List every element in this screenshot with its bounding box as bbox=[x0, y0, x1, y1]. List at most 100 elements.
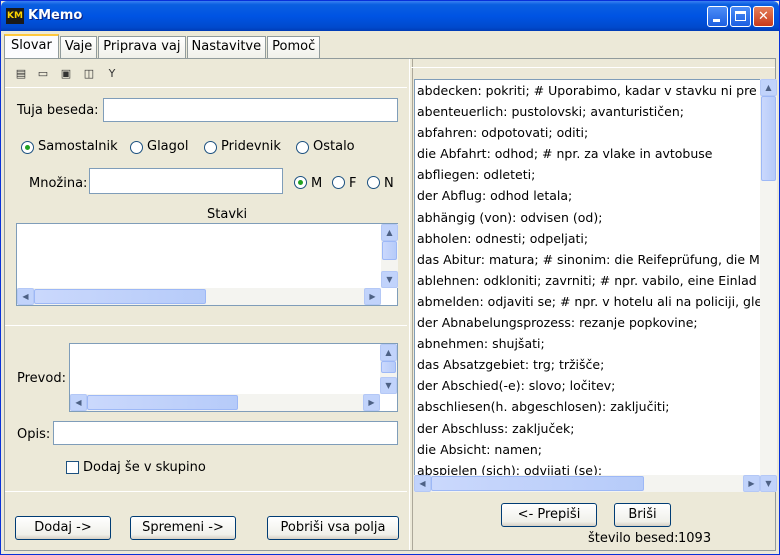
right-top-separator bbox=[411, 67, 775, 68]
open-icon[interactable]: ▭ bbox=[35, 66, 51, 82]
radio-gender-f[interactable] bbox=[332, 176, 345, 189]
toolbar-separator bbox=[5, 87, 407, 88]
save-all-icon[interactable]: ◫ bbox=[81, 66, 97, 82]
scroll-down-icon[interactable]: ▼ bbox=[380, 377, 397, 394]
radio-adjective[interactable] bbox=[204, 141, 217, 154]
tab-vaje[interactable]: Vaje bbox=[59, 36, 98, 58]
app-icon: KM bbox=[6, 8, 24, 24]
list-item[interactable]: abenteuerlich: pustolovski; avanturistič… bbox=[415, 101, 760, 122]
tab-slovar[interactable]: Slovar bbox=[4, 34, 59, 59]
list-item[interactable]: das Abitur: matura; # sinonim: die Reife… bbox=[415, 249, 760, 270]
scroll-right-icon[interactable]: ▶ bbox=[363, 394, 380, 411]
plural-label: Množina: bbox=[29, 176, 88, 191]
add-button[interactable]: Dodaj -> bbox=[15, 516, 111, 540]
description-label: Opis: bbox=[17, 427, 51, 442]
list-item[interactable]: abdecken: pokriti; # Uporabimo, kadar v … bbox=[415, 80, 760, 101]
panel-divider[interactable] bbox=[409, 59, 413, 550]
noun-label: Samostalnik bbox=[38, 139, 118, 154]
scroll-up-icon[interactable]: ▲ bbox=[380, 344, 397, 361]
scroll-thumb[interactable] bbox=[382, 241, 397, 260]
list-item[interactable]: der Abschied(-e): slovo; ločitev; bbox=[415, 375, 760, 396]
gender-f-label: F bbox=[349, 176, 357, 191]
plural-input[interactable] bbox=[89, 168, 283, 194]
list-item[interactable]: abfahren: odpotovati; oditi; bbox=[415, 122, 760, 143]
main-window: KM KMemo ✕ Slovar Vaje Priprava vaj Nast… bbox=[0, 0, 780, 555]
foreign-word-input[interactable] bbox=[103, 98, 398, 122]
sentences-textarea[interactable]: ▲ ▼ ◀ ▶ bbox=[16, 223, 398, 306]
word-list-hscroll[interactable]: ◀ ▶ bbox=[414, 475, 760, 492]
scroll-thumb[interactable] bbox=[431, 476, 644, 491]
clear-all-button[interactable]: Pobriši vsa polja bbox=[267, 516, 399, 540]
copy-button[interactable]: <- Prepiši bbox=[501, 503, 597, 527]
list-item[interactable]: der Abflug: odhod letala; bbox=[415, 185, 760, 206]
translation-textarea[interactable]: ▲ ▼ ◀ ▶ bbox=[69, 343, 398, 412]
translation-label: Prevod: bbox=[17, 371, 66, 386]
delete-button[interactable]: Briši bbox=[614, 503, 671, 527]
filter-icon[interactable]: Y bbox=[104, 66, 120, 82]
sentences-label: Stavki bbox=[207, 207, 248, 222]
list-item[interactable]: ablehnen: odkloniti; zavrniti; # npr. va… bbox=[415, 270, 760, 291]
minimize-button[interactable] bbox=[707, 6, 728, 27]
tab-priprava-vaj[interactable]: Priprava vaj bbox=[98, 36, 186, 58]
word-list-vscroll[interactable]: ▲ ▼ bbox=[760, 79, 777, 492]
list-item[interactable]: die Absicht: namen; bbox=[415, 439, 760, 460]
buttons-separator bbox=[5, 491, 407, 492]
translation-vscroll[interactable]: ▲ ▼ bbox=[380, 344, 397, 394]
list-item[interactable]: der Abnabelungsprozess: rezanje popkovin… bbox=[415, 312, 760, 333]
window-title: KMemo bbox=[28, 8, 83, 23]
tab-content: ▤ ▭ ▣ ◫ Y Tuja beseda: Samostalnik Glago… bbox=[4, 58, 777, 551]
close-button[interactable]: ✕ bbox=[753, 6, 774, 27]
save-icon[interactable]: ▣ bbox=[58, 66, 74, 82]
scroll-up-icon[interactable]: ▲ bbox=[760, 79, 777, 96]
new-entry-icon[interactable]: ▤ bbox=[13, 66, 29, 82]
list-item[interactable]: abholen: odnesti; odpeljati; bbox=[415, 228, 760, 249]
list-item[interactable]: abhängig (von): odvisen (od); bbox=[415, 207, 760, 228]
scroll-down-icon[interactable]: ▼ bbox=[760, 475, 777, 492]
radio-gender-n[interactable] bbox=[367, 176, 380, 189]
tab-bar: Slovar Vaje Priprava vaj Nastavitve Pomo… bbox=[4, 34, 321, 59]
scroll-right-icon[interactable]: ▶ bbox=[743, 475, 760, 492]
maximize-icon bbox=[735, 11, 746, 21]
add-to-group-checkbox[interactable] bbox=[66, 461, 79, 474]
edit-button[interactable]: Spremeni -> bbox=[130, 516, 236, 540]
sentences-hscroll[interactable]: ◀ ▶ bbox=[17, 288, 381, 305]
list-item[interactable]: die Abfahrt: odhod; # npr. za vlake in a… bbox=[415, 143, 760, 164]
list-item[interactable]: abmelden: odjaviti se; # npr. v hotelu a… bbox=[415, 291, 760, 312]
translation-hscroll[interactable]: ◀ ▶ bbox=[70, 394, 380, 411]
foreign-word-label: Tuja beseda: bbox=[17, 103, 99, 118]
scroll-right-icon[interactable]: ▶ bbox=[364, 288, 381, 305]
list-item[interactable]: abnehmen: shujšati; bbox=[415, 333, 760, 354]
list-item[interactable]: abfliegen: odleteti; bbox=[415, 164, 760, 185]
scroll-left-icon[interactable]: ◀ bbox=[17, 288, 34, 305]
scroll-left-icon[interactable]: ◀ bbox=[70, 394, 87, 411]
word-count-value: 1093 bbox=[678, 531, 712, 546]
list-item[interactable]: abschliesen(h. abgeschlosen): zaključiti… bbox=[415, 396, 760, 417]
scroll-thumb[interactable] bbox=[381, 361, 396, 373]
scroll-left-icon[interactable]: ◀ bbox=[414, 475, 431, 492]
scroll-down-icon[interactable]: ▼ bbox=[381, 271, 398, 288]
radio-verb[interactable] bbox=[130, 141, 143, 154]
gender-m-label: M bbox=[311, 176, 323, 191]
radio-other[interactable] bbox=[296, 141, 309, 154]
minimize-icon bbox=[713, 19, 720, 22]
scroll-thumb[interactable] bbox=[87, 395, 238, 410]
add-to-group-label: Dodaj še v skupino bbox=[83, 460, 206, 475]
description-input[interactable] bbox=[53, 421, 398, 445]
scroll-thumb[interactable] bbox=[34, 289, 206, 304]
other-label: Ostalo bbox=[313, 139, 355, 154]
word-list[interactable]: abdecken: pokriti; # Uporabimo, kadar v … bbox=[414, 79, 760, 492]
radio-gender-m[interactable] bbox=[294, 176, 307, 189]
title-bar[interactable]: KM KMemo ✕ bbox=[1, 1, 779, 31]
list-item[interactable]: das Absatzgebiet: trg; tržišče; bbox=[415, 354, 760, 375]
adjective-label: Pridevnik bbox=[221, 139, 281, 154]
close-icon: ✕ bbox=[758, 9, 769, 24]
list-item[interactable]: der Abschluss: zaključek; bbox=[415, 418, 760, 439]
sentences-vscroll[interactable]: ▲ ▼ bbox=[381, 224, 398, 288]
gender-n-label: N bbox=[384, 176, 394, 191]
scroll-up-icon[interactable]: ▲ bbox=[381, 224, 398, 241]
tab-nastavitve[interactable]: Nastavitve bbox=[186, 36, 267, 58]
tab-pomoc[interactable]: Pomoč bbox=[267, 36, 321, 58]
maximize-button[interactable] bbox=[730, 6, 751, 27]
scroll-thumb[interactable] bbox=[761, 96, 776, 181]
radio-noun[interactable] bbox=[21, 141, 34, 154]
